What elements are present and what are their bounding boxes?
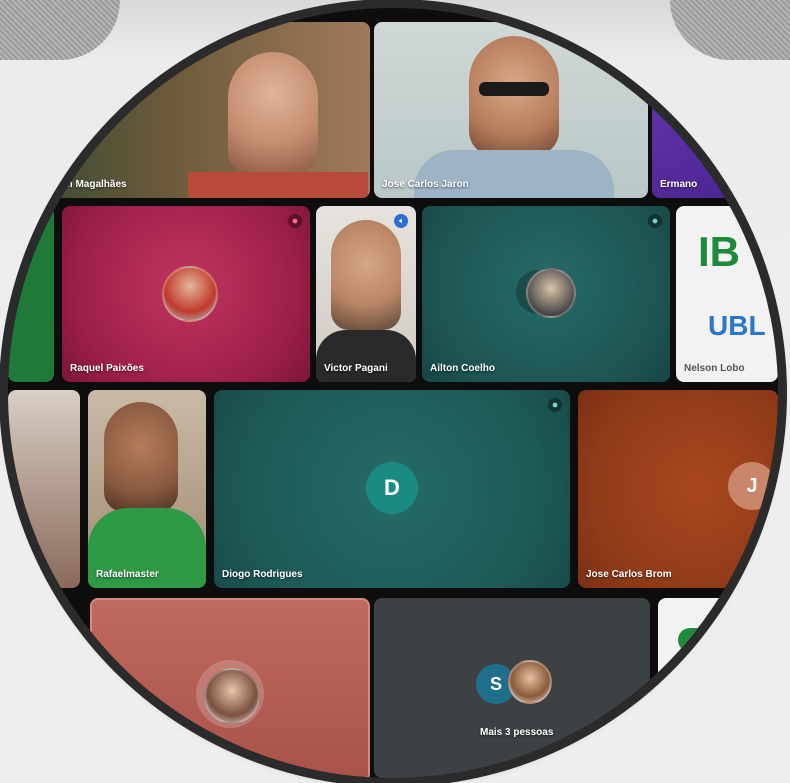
participant-tile-diogo[interactable]: D Diogo Rodrigues	[214, 390, 570, 588]
video-grid: Cleyton Magalhães Jose Carlos Jaron Erma…	[8, 8, 778, 778]
participant-tile-rafael[interactable]: Rafaelmaster	[88, 390, 206, 588]
participant-name: Jose Carlos Jaron	[382, 179, 469, 190]
pin-icon[interactable]	[394, 214, 408, 228]
logo-fragment	[678, 628, 718, 652]
participant-tile-more[interactable]: S Mais 3 pessoas	[374, 598, 650, 778]
avatar-initial: J	[728, 462, 776, 510]
app-window: Cleyton Magalhães Jose Carlos Jaron Erma…	[0, 0, 790, 783]
video-feed	[331, 220, 401, 330]
participant-tile-ailton[interactable]: Ailton Coelho	[422, 206, 670, 382]
avatar-initial: D	[366, 462, 418, 514]
avatar	[162, 266, 218, 322]
participant-tile-partial-right[interactable]	[658, 598, 778, 778]
participant-name: Diogo Rodrigues	[222, 569, 303, 580]
video-feed-shirt	[188, 172, 368, 198]
glasses-icon	[479, 82, 549, 96]
video-feed	[104, 402, 178, 512]
participant-name: Ermano	[660, 179, 698, 190]
participant-tile-cleyton[interactable]: Cleyton Magalhães	[28, 22, 370, 198]
video-feed	[228, 52, 318, 172]
org-logo-bottom: UBL	[708, 310, 766, 341]
participant-tile-jose-carlos[interactable]: Jose Carlos Jaron	[374, 22, 648, 198]
participant-tile-partial-left[interactable]	[8, 206, 54, 382]
participant-name: Cleyton Magalhães	[36, 179, 127, 190]
participant-name: Victor Pagani	[324, 363, 388, 374]
avatar	[508, 660, 552, 704]
participant-name: Raquel Paixões	[70, 363, 144, 374]
participant-tile-ermano[interactable]: Ermano	[652, 22, 778, 198]
avatar	[204, 668, 260, 724]
participant-tile-partial-left-2[interactable]	[8, 390, 80, 588]
participant-name: Jose Carlos Brom	[586, 569, 672, 580]
participant-tile-victor[interactable]: Victor Pagani	[316, 206, 416, 382]
participant-name: Nelson Lobo	[684, 363, 745, 374]
participant-name: Rafaelmaster	[96, 569, 159, 580]
video-feed	[469, 36, 559, 156]
org-logo-top: IB	[698, 228, 740, 275]
participant-tile-presenter[interactable]	[90, 598, 370, 778]
mic-off-icon	[648, 214, 662, 228]
participant-tile-nelson[interactable]: IB UBL Nelson Lobo	[676, 206, 778, 382]
mic-off-icon	[548, 398, 562, 412]
mic-off-icon	[288, 214, 302, 228]
participant-tile-raquel[interactable]: Raquel Paixões	[62, 206, 310, 382]
video-feed-shirt	[414, 150, 614, 198]
participant-name: Ailton Coelho	[430, 363, 495, 374]
participant-tile-jose-brom[interactable]: J Jose Carlos Brom	[578, 390, 778, 588]
participant-name: Mais 3 pessoas	[480, 727, 554, 738]
avatar	[526, 268, 576, 318]
video-feed-shirt	[316, 330, 416, 382]
circular-frame: Cleyton Magalhães Jose Carlos Jaron Erma…	[8, 8, 778, 778]
